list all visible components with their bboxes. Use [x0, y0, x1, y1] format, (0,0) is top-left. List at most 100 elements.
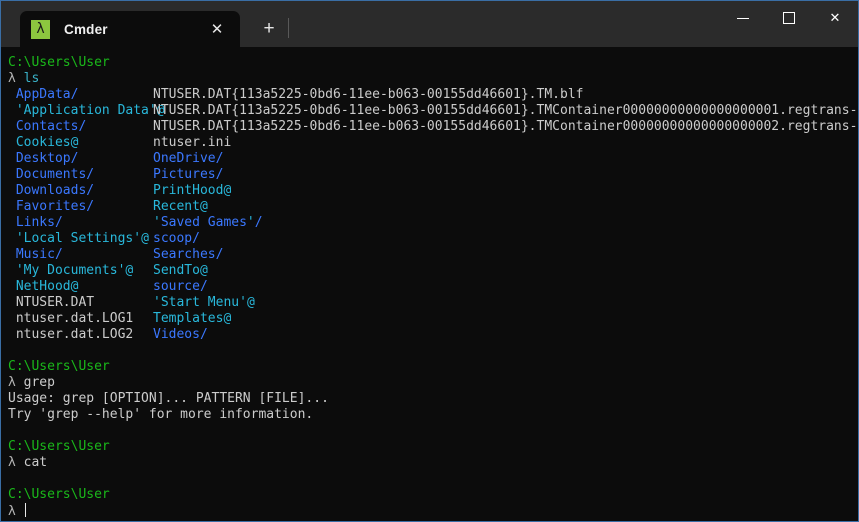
- prompt-symbol: λ: [8, 455, 16, 470]
- listing-entry: SendTo@: [153, 263, 208, 278]
- command-output-line: Try 'grep --help' for more information.: [8, 407, 858, 423]
- maximize-button[interactable]: [766, 1, 812, 35]
- prompt-path: C:\Users\User: [8, 55, 110, 70]
- listing-col1: Documents/: [8, 167, 153, 183]
- listing-row: Desktop/OneDrive/: [8, 151, 858, 167]
- command-text-1: grep: [16, 375, 55, 390]
- listing-entry: source/: [153, 279, 208, 294]
- listing-row: NetHood@ source/: [8, 279, 858, 295]
- listing-entry: Links/: [16, 215, 63, 230]
- tab-title: Cmder: [64, 22, 204, 37]
- minimize-button[interactable]: [720, 1, 766, 35]
- listing-entry: Desktop/: [16, 151, 79, 166]
- listing-col1: NetHood@: [8, 279, 153, 295]
- prompt-symbol: λ: [8, 71, 16, 86]
- listing-col1: Desktop/: [8, 151, 153, 167]
- listing-entry: 'Application Data'@: [16, 103, 165, 118]
- listing-row: Cookies@ ntuser.ini: [8, 135, 858, 151]
- prompt-path: C:\Users\User: [8, 359, 110, 374]
- listing-entry: OneDrive/: [153, 151, 223, 166]
- command-line: λ cat: [8, 455, 858, 471]
- listing-col1: Favorites/: [8, 199, 153, 215]
- blank-line: [8, 423, 858, 439]
- listing-col2: Recent@: [153, 199, 208, 214]
- tab-separator: [288, 18, 289, 38]
- prompt-path: C:\Users\User: [8, 487, 110, 502]
- listing-entry: Templates@: [153, 311, 231, 326]
- listing-col2: Pictures/: [153, 167, 223, 182]
- listing-entry: Videos/: [153, 327, 208, 342]
- command-output-line: Usage: grep [OPTION]... PATTERN [FILE]..…: [8, 391, 858, 407]
- command-input[interactable]: [16, 504, 24, 519]
- listing-col1: Contacts/: [8, 119, 153, 135]
- listing-entry: ntuser.dat.LOG2: [16, 327, 133, 342]
- listing-entry: Searches/: [153, 247, 223, 262]
- listing-row: 'Local Settings'@ scoop/: [8, 231, 858, 247]
- listing-entry: scoop/: [153, 231, 200, 246]
- active-command-line[interactable]: λ: [8, 503, 858, 519]
- close-tab-icon[interactable]: ✕: [204, 16, 230, 42]
- listing-col2: PrintHood@: [153, 183, 231, 198]
- listing-col2: scoop/: [153, 231, 200, 246]
- listing-row: ntuser.dat.LOG2 Videos/: [8, 327, 858, 343]
- listing-row: NTUSER.DAT 'Start Menu'@: [8, 295, 858, 311]
- command-line: λ grep: [8, 375, 858, 391]
- listing-row: ntuser.dat.LOG1 Templates@: [8, 311, 858, 327]
- listing-entry: NTUSER.DAT{113a5225-0bd6-11ee-b063-00155…: [153, 103, 858, 118]
- tab-cmder[interactable]: λ Cmder ✕: [20, 11, 240, 47]
- listing-col2: SendTo@: [153, 263, 208, 278]
- command-text-0: ls: [16, 71, 39, 86]
- listing-row: Favorites/Recent@: [8, 199, 858, 215]
- prompt-path-line: C:\Users\User: [8, 55, 858, 71]
- listing-row: Downloads/PrintHood@: [8, 183, 858, 199]
- listing-entry: Documents/: [16, 167, 94, 182]
- listing-col1: Music/: [8, 247, 153, 263]
- listing-col1: AppData/: [8, 87, 153, 103]
- listing-entry: NTUSER.DAT{113a5225-0bd6-11ee-b063-00155…: [153, 119, 858, 134]
- listing-col2: NTUSER.DAT{113a5225-0bd6-11ee-b063-00155…: [153, 87, 583, 102]
- close-window-button[interactable]: ✕: [812, 1, 858, 35]
- listing-entry: PrintHood@: [153, 183, 231, 198]
- listing-col1: 'Application Data'@: [8, 103, 153, 119]
- listing-entry: ntuser.ini: [153, 135, 231, 150]
- listing-col1: ntuser.dat.LOG1: [8, 311, 153, 327]
- cmder-window: λ Cmder ✕ + ⱟ ✕ C:\Users\User λ ls AppDat…: [0, 0, 859, 522]
- prompt-path-line: C:\Users\User: [8, 487, 858, 503]
- prompt-path-line: C:\Users\User: [8, 359, 858, 375]
- listing-col1: Downloads/: [8, 183, 153, 199]
- listing-row: 'My Documents'@ SendTo@: [8, 263, 858, 279]
- title-bar: λ Cmder ✕ + ⱟ ✕: [1, 1, 858, 47]
- listing-col2: Searches/: [153, 247, 223, 262]
- minimize-icon: [737, 18, 749, 19]
- listing-col1: ntuser.dat.LOG2: [8, 327, 153, 343]
- terminal-output[interactable]: C:\Users\User λ ls AppData/NTUSER.DAT{113…: [1, 47, 858, 521]
- listing-entry: Favorites/: [16, 199, 94, 214]
- command-line: λ ls: [8, 71, 858, 87]
- text-cursor: [25, 503, 26, 517]
- prompt-path-line: C:\Users\User: [8, 439, 858, 455]
- listing-col2: ntuser.ini: [153, 135, 231, 150]
- listing-entry: Cookies@: [16, 135, 79, 150]
- listing-col2: Videos/: [153, 327, 208, 342]
- listing-row: Documents/Pictures/: [8, 167, 858, 183]
- prompt-symbol: λ: [8, 375, 16, 390]
- prompt-path: C:\Users\User: [8, 439, 110, 454]
- listing-entry: Downloads/: [16, 183, 94, 198]
- listing-row: 'Application Data'@NTUSER.DAT{113a5225-0…: [8, 103, 858, 119]
- window-controls: ✕: [720, 1, 858, 47]
- listing-entry: Recent@: [153, 199, 208, 214]
- listing-col1: NTUSER.DAT: [8, 295, 153, 311]
- prompt-symbol: λ: [8, 504, 16, 519]
- chevron-down-icon[interactable]: ⱟ: [291, 13, 321, 43]
- listing-entry: NetHood@: [16, 279, 79, 294]
- listing-col2: NTUSER.DAT{113a5225-0bd6-11ee-b063-00155…: [153, 119, 858, 134]
- listing-entry: ntuser.dat.LOG1: [16, 311, 133, 326]
- blank-line: [8, 343, 858, 359]
- listing-entry: 'My Documents'@: [16, 263, 133, 278]
- listing-entry: Contacts/: [16, 119, 86, 134]
- listing-entry: Pictures/: [153, 167, 223, 182]
- new-tab-icon[interactable]: +: [254, 13, 284, 43]
- listing-col2: source/: [153, 279, 208, 294]
- maximize-icon: [783, 12, 795, 24]
- listing-col2: 'Start Menu'@: [153, 295, 255, 310]
